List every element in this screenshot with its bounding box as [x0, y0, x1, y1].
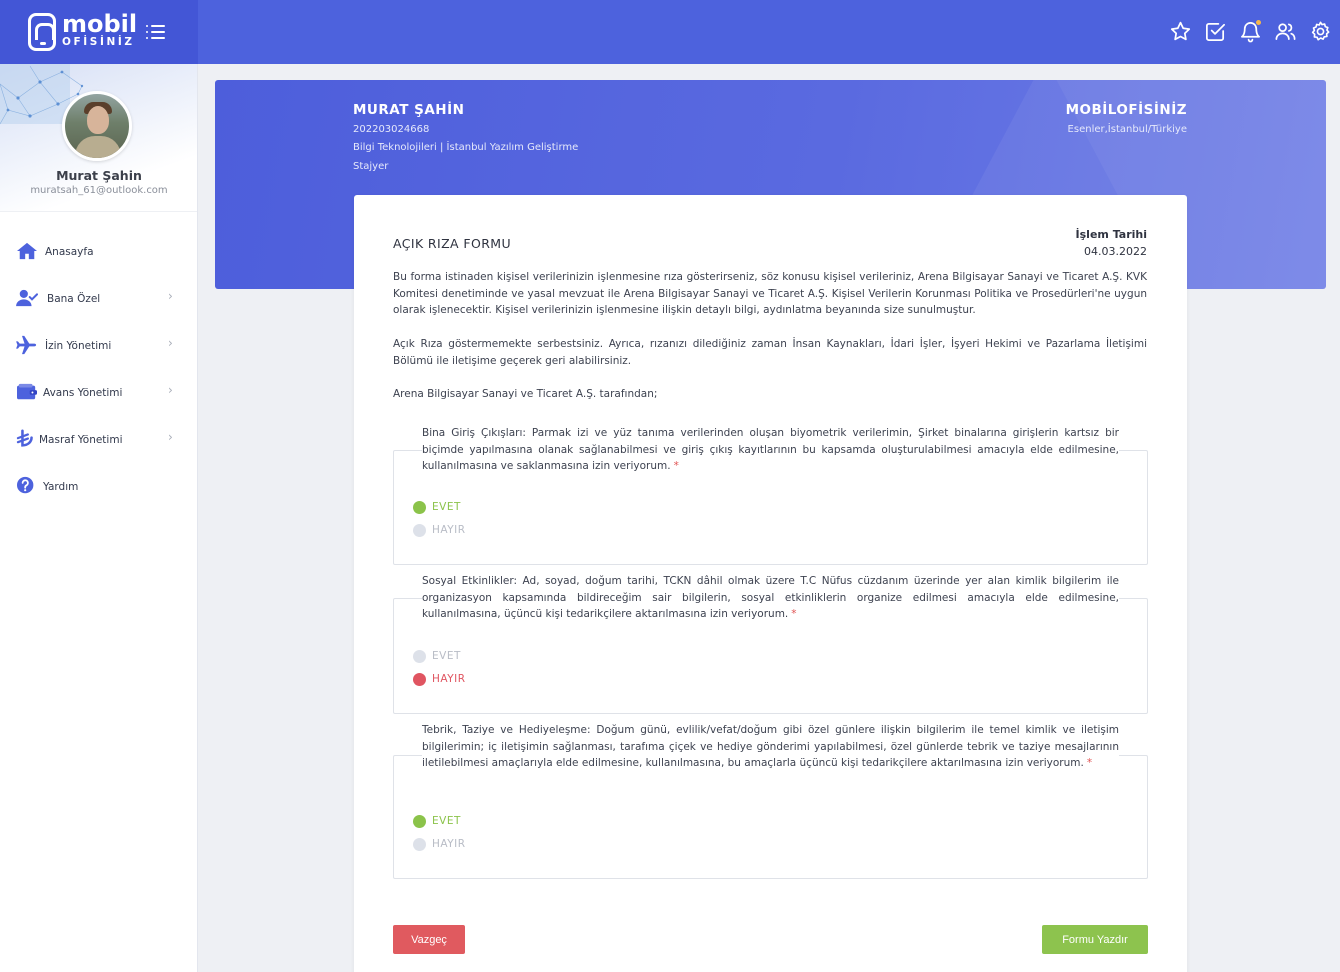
radio-selected-icon — [413, 500, 426, 514]
check-square-icon[interactable] — [1204, 20, 1227, 43]
radio-label: HAYIR — [432, 673, 466, 685]
top-icons — [1169, 20, 1332, 43]
radio-label: HAYIR — [432, 838, 466, 850]
radio-hayir[interactable]: HAYIR — [413, 671, 466, 687]
radio-selected-icon — [413, 814, 426, 828]
date-value: 04.03.2022 — [1084, 245, 1147, 258]
profile-email: muratsah_61@outlook.com — [30, 185, 168, 196]
chevron-right-icon: › — [168, 289, 173, 303]
consent-question-box — [393, 755, 1148, 879]
lira-icon — [16, 429, 38, 449]
date-label: İşlem Tarihi — [1075, 228, 1147, 241]
home-icon — [16, 241, 38, 261]
required-mark: * — [791, 608, 797, 621]
radio-hayir[interactable]: HAYIR — [413, 836, 466, 852]
notification-dot — [1256, 20, 1261, 25]
avatar[interactable] — [62, 91, 132, 161]
sidebar: Murat Şahin muratsah_61@outlook.com Anas… — [0, 64, 198, 972]
users-icon[interactable] — [1274, 20, 1297, 43]
consent-question-text: Bina Giriş Çıkışları: Parmak izi ve yüz … — [422, 425, 1119, 476]
chevron-right-icon: › — [168, 430, 173, 444]
profile-card: Murat Şahin muratsah_61@outlook.com — [0, 64, 197, 212]
print-form-button[interactable]: Formu Yazdır — [1042, 925, 1148, 954]
star-icon[interactable] — [1169, 20, 1192, 43]
sidebar-item-yardim[interactable]: Yardım — [0, 467, 198, 514]
radio-label: HAYIR — [432, 524, 466, 536]
consent-question-text: Sosyal Etkinlikler: Ad, soyad, doğum tar… — [422, 573, 1119, 624]
radio-unselected-icon — [413, 837, 426, 851]
radio-label: EVET — [432, 650, 461, 662]
logo-text-top: mobil — [62, 10, 138, 38]
profile-name: Murat Şahin — [56, 168, 142, 183]
logo-phone-icon — [28, 13, 56, 51]
chevron-right-icon: › — [168, 383, 173, 397]
radio-evet[interactable]: EVET — [413, 648, 461, 664]
brand-area: mobil OFİSİNİZ — [0, 0, 198, 64]
radio-selected-icon — [413, 672, 426, 686]
radio-evet[interactable]: EVET — [413, 499, 461, 515]
sidebar-item-izin[interactable]: İzin Yönetimi › — [0, 326, 198, 373]
logo-text-bottom: OFİSİNİZ — [62, 36, 135, 48]
form-title: AÇIK RIZA FORMU — [393, 236, 512, 251]
sidebar-item-avans[interactable]: Avans Yönetimi › — [0, 373, 198, 420]
top-bar: mobil OFİSİNİZ — [0, 0, 1340, 64]
consent-form-card: AÇIK RIZA FORMU İşlem Tarihi 04.03.2022 … — [354, 195, 1187, 972]
sidebar-item-label: Yardım — [43, 481, 79, 493]
sidebar-item-anasayfa[interactable]: Anasayfa — [0, 232, 198, 279]
help-icon — [16, 476, 38, 496]
sidebar-item-label: Masraf Yönetimi — [39, 434, 123, 446]
company-location: Esenler,İstanbul/Türkiye — [1067, 124, 1187, 135]
sidebar-item-label: İzin Yönetimi — [45, 340, 112, 352]
sidebar-item-label: Anasayfa — [45, 246, 94, 258]
plane-icon — [16, 335, 38, 355]
employee-id: 202203024668 — [353, 124, 430, 135]
employee-name: MURAT ŞAHİN — [353, 102, 465, 118]
cancel-button[interactable]: Vazgeç — [393, 925, 465, 954]
sidebar-item-label: Bana Özel — [47, 293, 101, 305]
chevron-right-icon: › — [168, 336, 173, 350]
radio-unselected-icon — [413, 649, 426, 663]
radio-label: EVET — [432, 501, 461, 513]
form-paragraph: Bu forma istinaden kişisel verilerinizin… — [393, 271, 1147, 317]
gear-icon[interactable] — [1309, 20, 1332, 43]
company-name: MOBİLOFİSİNİZ — [1065, 102, 1187, 118]
consent-question-text: Tebrik, Taziye ve Hediyeleşme: Doğum gün… — [422, 722, 1119, 773]
menu-toggle-icon[interactable] — [146, 24, 166, 40]
sidebar-item-bana-ozel[interactable]: Bana Özel › — [0, 279, 198, 326]
employee-department: Bilgi Teknolojileri | İstanbul Yazılım G… — [353, 142, 579, 153]
wallet-icon — [16, 382, 38, 402]
radio-evet[interactable]: EVET — [413, 813, 461, 829]
bell-icon[interactable] — [1239, 20, 1262, 43]
required-mark: * — [1086, 757, 1093, 770]
user-check-icon — [16, 288, 38, 308]
employee-role: Stajyer — [353, 161, 389, 172]
required-mark: * — [673, 460, 679, 473]
sidebar-nav: Anasayfa Bana Özel › İzin Yönetimi › Ava… — [0, 232, 198, 514]
sidebar-item-masraf[interactable]: Masraf Yönetimi › — [0, 420, 198, 467]
sidebar-item-label: Avans Yönetimi — [43, 387, 123, 399]
radio-unselected-icon — [413, 523, 426, 537]
form-paragraph: Açık Rıza göstermemekte serbestsiniz. Ay… — [393, 338, 1147, 367]
radio-label: EVET — [432, 815, 461, 827]
radio-hayir[interactable]: HAYIR — [413, 522, 466, 538]
form-paragraph: Arena Bilgisayar Sanayi ve Ticaret A.Ş. … — [393, 388, 658, 400]
